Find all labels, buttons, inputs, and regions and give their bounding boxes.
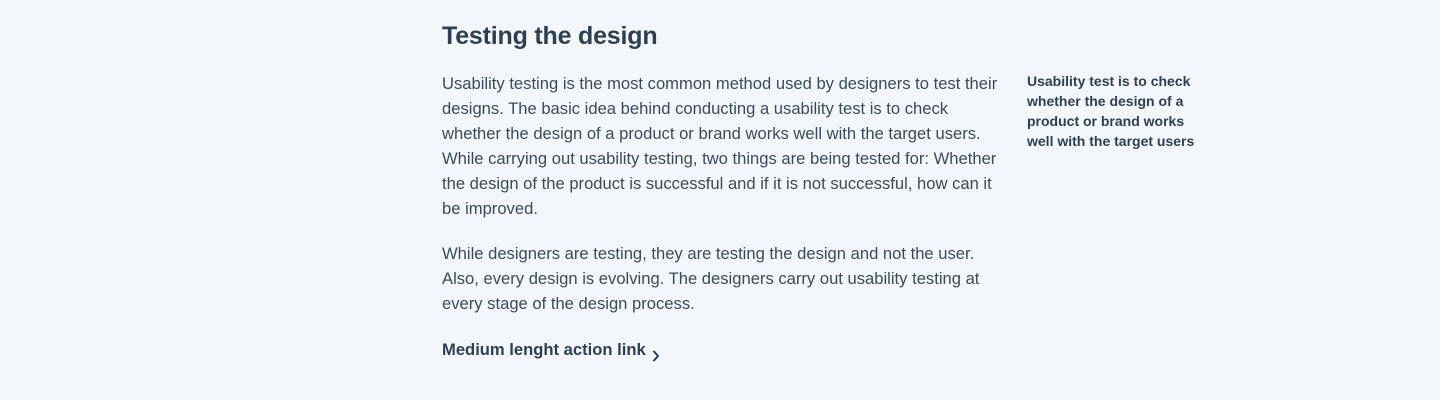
body-paragraph: Usability testing is the most common met… [442, 74, 998, 218]
action-link[interactable]: Medium lenght action link [442, 337, 660, 362]
pullquote: Usability test is to check whether the d… [1027, 73, 1195, 149]
chevron-right-icon [652, 344, 660, 361]
section-title: Testing the design [442, 22, 658, 50]
article-content: Testing the design Usability testing is … [442, 20, 1002, 362]
action-link-label: Medium lenght action link [442, 340, 646, 359]
body-paragraph: While designers are testing, they are te… [442, 244, 980, 313]
